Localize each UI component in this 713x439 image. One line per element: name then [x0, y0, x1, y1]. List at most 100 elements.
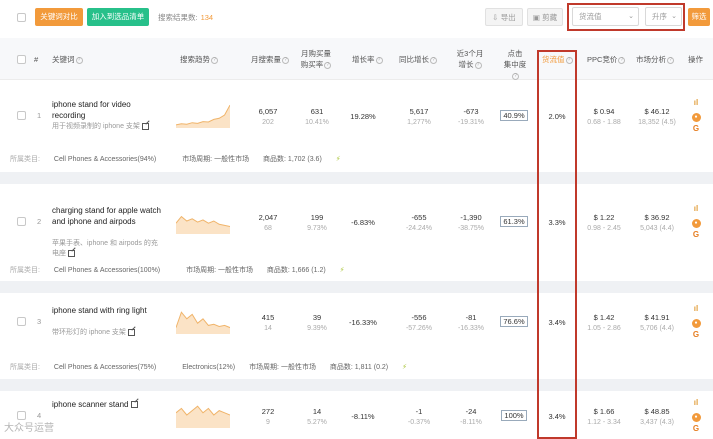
row-category-info: 所属类目: Cell Phones & Accessories(94%) 市场周…: [10, 154, 353, 164]
ppc-cell: $ 1.66 1.12 - 3.34: [587, 407, 621, 426]
amazon-icon[interactable]: ●: [691, 113, 701, 122]
link-icon[interactable]: ⚡: [336, 156, 341, 163]
row-actions: ıl ● G: [690, 396, 702, 435]
add-to-list-button[interactable]: 加入到选品清单: [87, 8, 149, 26]
amazon-icon[interactable]: ●: [691, 413, 701, 422]
keyword-translation: 苹果手表、iphone 和 airpods 的充电座: [52, 240, 158, 257]
col-monthly-search[interactable]: 月搜索量?: [251, 54, 289, 65]
keyword-text[interactable]: iphone stand for video recording: [52, 99, 164, 121]
click-concentration-cell: 61.3%: [497, 216, 531, 227]
keyword-text[interactable]: charging stand for apple watch and iphon…: [52, 205, 164, 227]
edit-icon[interactable]: [127, 328, 135, 336]
yoy-cell: -556 -57.26%: [405, 313, 433, 332]
google-icon[interactable]: G: [690, 228, 702, 241]
sort-order-select[interactable]: 升序 ⌄: [645, 7, 682, 26]
google-icon[interactable]: G: [690, 122, 702, 135]
keyword-text[interactable]: iphone stand with ring light: [52, 305, 164, 316]
row-category-info: 所属类目: Cell Phones & Accessories(75%) Ele…: [10, 362, 419, 372]
help-icon: ?: [618, 56, 626, 64]
col-yoy[interactable]: 同比增长?: [399, 54, 437, 65]
yoy-cell: 5,617 1,277%: [407, 107, 431, 126]
row-checkbox[interactable]: [17, 317, 26, 326]
help-icon: ?: [324, 61, 332, 69]
table-row[interactable]: 4 iphone scanner stand 272 9 14 5.27% -8.1…: [0, 391, 713, 439]
clip-button[interactable]: ▣ 剪藏: [527, 8, 563, 26]
google-icon[interactable]: G: [690, 422, 702, 435]
chevron-down-icon: ⌄: [671, 13, 677, 20]
category-secondary[interactable]: Electronics(12%): [182, 364, 235, 371]
google-icon[interactable]: G: [690, 328, 702, 341]
help-icon: ?: [211, 56, 218, 64]
search-trend-sparkline: [176, 104, 230, 128]
bar-chart-icon[interactable]: ıl: [690, 202, 702, 215]
row-actions: ıl ● G: [690, 202, 702, 241]
row-checkbox[interactable]: [17, 217, 26, 226]
last3-cell: -24 -8.11%: [460, 407, 482, 426]
clip-icon: ▣: [532, 13, 540, 22]
col-keyword[interactable]: 关键词?: [52, 54, 83, 65]
product-count: 商品数: 1,666 (1.2): [266, 267, 326, 274]
keyword-text[interactable]: iphone scanner stand: [52, 399, 164, 410]
sort-field-select[interactable]: 货流值 ⌄: [572, 7, 639, 26]
col-last3[interactable]: 近3个月 增长?: [455, 48, 485, 70]
monthly-search-cell: 272 9: [261, 407, 275, 426]
col-trend[interactable]: 搜索趋势?: [180, 54, 218, 65]
filter-button[interactable]: 筛选: [688, 8, 710, 26]
market-period: 市场周期: 一般性市场: [186, 267, 253, 274]
growth-cell: -16.33%: [349, 318, 377, 327]
select-all-checkbox[interactable]: [17, 13, 26, 22]
amazon-icon[interactable]: ●: [691, 319, 701, 328]
table-row[interactable]: 3 iphone stand with ring light 带环形灯的 iph…: [0, 293, 713, 348]
link-icon[interactable]: ⚡: [340, 267, 345, 274]
edit-icon[interactable]: [130, 401, 138, 409]
watermark: 大众号运营: [4, 423, 54, 434]
click-concentration-cell: 76.6%: [497, 316, 531, 327]
market-analysis-cell: $ 48.85 3,437 (4.3): [640, 407, 674, 426]
bar-chart-icon[interactable]: ıl: [690, 396, 702, 409]
help-icon: ?: [667, 56, 674, 64]
edit-icon[interactable]: [68, 249, 75, 257]
market-analysis-cell: $ 41.91 5,706 (4.4): [640, 313, 674, 332]
ppc-cell: $ 1.42 1.05 - 2.86: [587, 313, 621, 332]
row-checkbox[interactable]: [17, 111, 26, 120]
row-index: 2: [37, 217, 42, 226]
click-concentration-cell: 100%: [497, 410, 531, 421]
row-category-info: 所属类目: Cell Phones & Accessories(100%) 市场…: [10, 265, 357, 275]
monthly-search-cell: 2,047 68: [258, 213, 278, 232]
result-count-label: 搜索结果数: 134: [158, 13, 214, 22]
edit-icon[interactable]: [141, 122, 149, 130]
monthly-buy-cell: 39 9.39%: [307, 313, 327, 332]
bar-chart-icon[interactable]: ıl: [690, 302, 702, 315]
search-trend-sparkline: [176, 215, 230, 234]
category-label: 所属类目: Cell Phones & Accessories(94%): [10, 156, 157, 163]
col-growth[interactable]: 增长率?: [352, 54, 383, 65]
help-icon: ?: [512, 72, 519, 80]
col-ppc[interactable]: PPC竞价?: [587, 54, 626, 65]
sparkline-area: [176, 406, 230, 428]
supply-column-highlight: [537, 50, 577, 439]
row-separator: [0, 379, 713, 391]
market-analysis-cell: $ 36.92 5,043 (4.4): [640, 213, 674, 232]
help-icon: ?: [375, 56, 383, 64]
col-monthly-buy[interactable]: 月购买量 购买率?: [300, 48, 332, 70]
ppc-cell: $ 1.22 0.98 - 2.45: [587, 213, 621, 232]
header-checkbox[interactable]: [17, 55, 26, 64]
table-row[interactable]: 2 charging stand for apple watch and iph…: [0, 184, 713, 258]
monthly-search-cell: 6,057 202: [258, 107, 278, 126]
col-click[interactable]: 点击 集中度?: [502, 48, 528, 81]
monthly-buy-cell: 631 10.41%: [305, 107, 329, 126]
export-button[interactable]: ⇩ 导出: [485, 8, 523, 26]
product-count: 商品数: 1,702 (3.6): [263, 156, 322, 163]
keyword-translation: 用于视频录制的 iphone 支架: [52, 122, 164, 132]
link-icon[interactable]: ⚡: [402, 364, 407, 371]
compare-keywords-button[interactable]: 关键词对比: [35, 8, 83, 26]
product-count: 商品数: 1,811 (0.2): [329, 364, 389, 371]
amazon-icon[interactable]: ●: [691, 219, 701, 228]
bar-chart-icon[interactable]: ıl: [690, 96, 702, 109]
market-period: 市场周期: 一般性市场: [249, 364, 316, 371]
market-period: 市场周期: 一般性市场: [182, 156, 250, 163]
click-concentration-cell: 40.9%: [497, 110, 531, 121]
table-row[interactable]: 1 iphone stand for video recording 用于视频录…: [0, 81, 713, 148]
row-actions: ıl ● G: [690, 96, 702, 135]
col-market[interactable]: 市场分析?: [636, 54, 674, 65]
